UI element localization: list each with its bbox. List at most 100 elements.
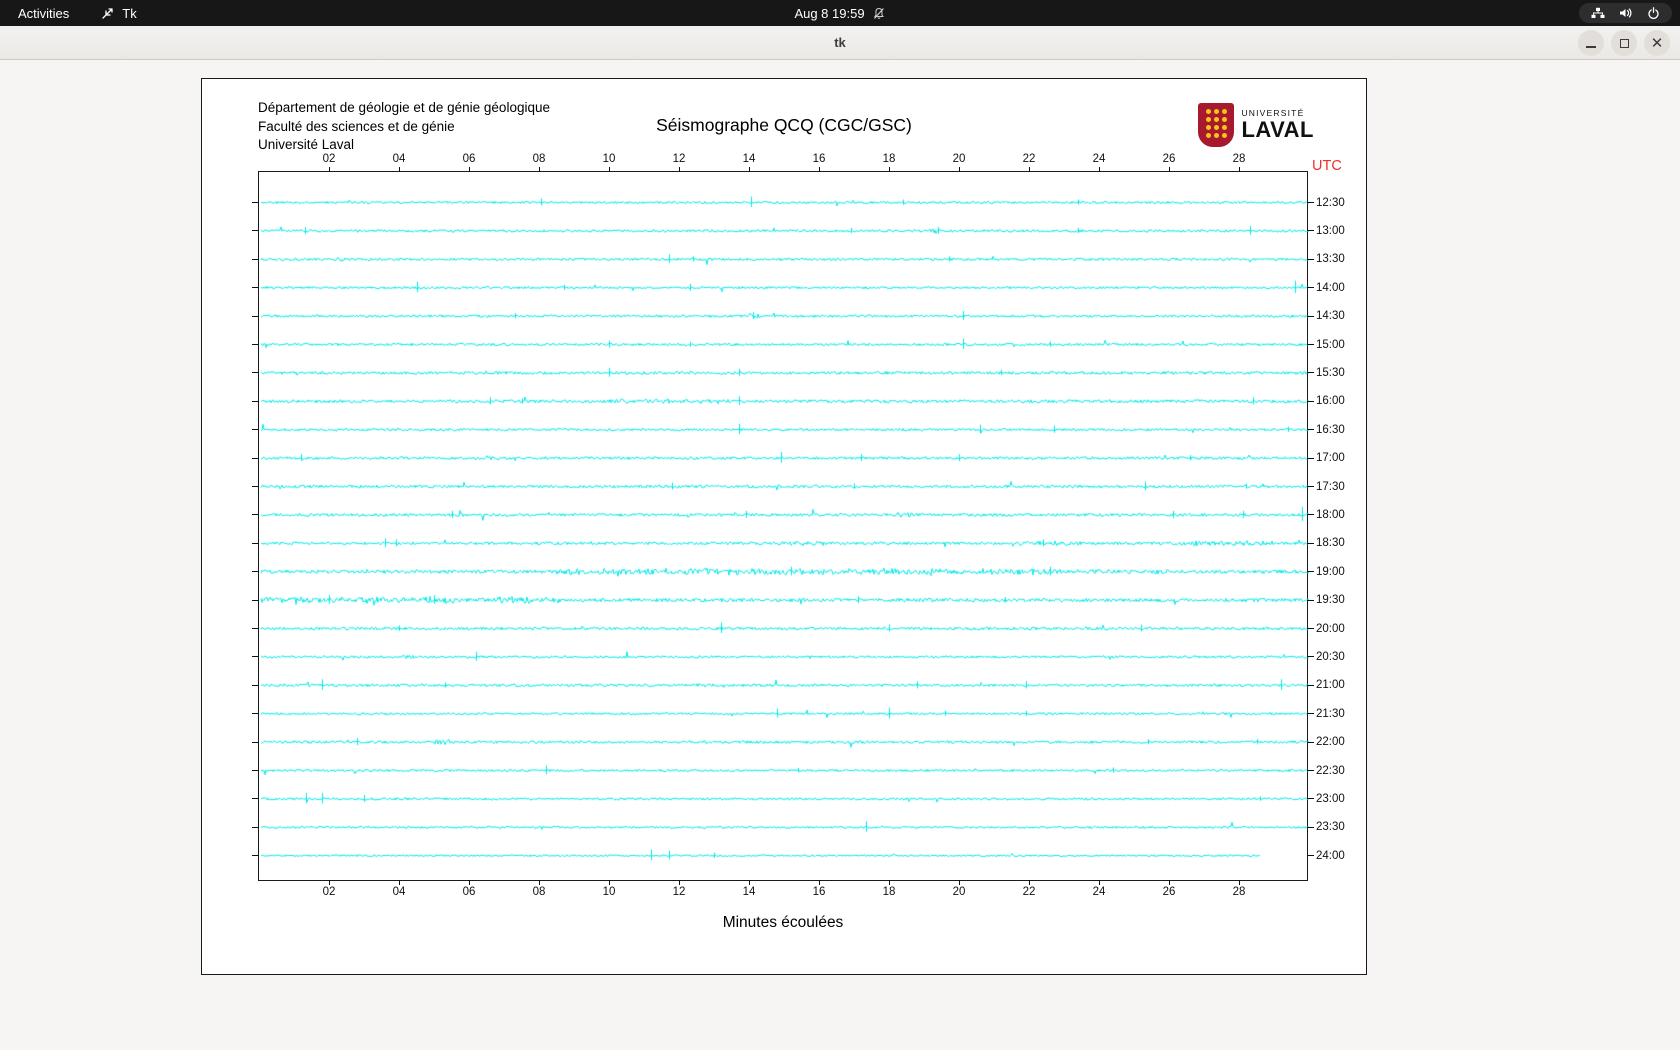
row-tick-right xyxy=(1307,259,1314,260)
x-tick-mark-top xyxy=(1099,167,1100,172)
x-tick-label-bottom: 02 xyxy=(323,886,336,898)
row-tick-right xyxy=(1307,628,1314,629)
x-tick-mark-bottom xyxy=(329,880,330,885)
row-tick-left xyxy=(252,600,259,601)
row-time-label: 13:30 xyxy=(1316,253,1345,265)
row-tick-right xyxy=(1307,316,1314,317)
seismograph-canvas-area: Département de géologie et de génie géol… xyxy=(201,78,1367,975)
app-menu[interactable]: Tk xyxy=(87,0,150,26)
row-tick-left xyxy=(252,344,259,345)
x-tick-label-top: 10 xyxy=(603,153,616,165)
x-tick-label-top: 12 xyxy=(673,153,686,165)
row-time-label: 15:30 xyxy=(1316,367,1345,379)
row-tick-right xyxy=(1307,372,1314,373)
row-tick-right xyxy=(1307,742,1314,743)
gnome-top-bar: Activities Tk Aug 8 19:59 xyxy=(0,0,1680,26)
header-line-3: Université Laval xyxy=(258,136,550,155)
row-tick-left xyxy=(252,429,259,430)
x-tick-label-top: 04 xyxy=(393,153,406,165)
row-time-label: 17:30 xyxy=(1316,481,1345,493)
utc-label: UTC xyxy=(1312,158,1342,174)
x-tick-label-bottom: 06 xyxy=(463,886,476,898)
tk-window-content: Département de géologie et de génie géol… xyxy=(0,61,1680,1050)
row-tick-left xyxy=(252,713,259,714)
x-tick-mark-bottom xyxy=(1169,880,1170,885)
row-tick-right xyxy=(1307,230,1314,231)
x-tick-mark-bottom xyxy=(959,880,960,885)
row-time-label: 22:00 xyxy=(1316,736,1345,748)
row-time-label: 13:00 xyxy=(1316,225,1345,237)
x-tick-mark-bottom xyxy=(819,880,820,885)
row-tick-right xyxy=(1307,514,1314,515)
logo-text-laval: LAVAL xyxy=(1241,118,1314,141)
x-tick-label-bottom: 26 xyxy=(1163,886,1176,898)
window-title-bar[interactable]: tk ✕ xyxy=(0,26,1680,60)
row-tick-left xyxy=(252,230,259,231)
row-tick-right xyxy=(1307,344,1314,345)
x-tick-mark-bottom xyxy=(1029,880,1030,885)
row-tick-left xyxy=(252,458,259,459)
app-menu-label: Tk xyxy=(122,6,136,21)
row-time-label: 22:30 xyxy=(1316,765,1345,777)
figure-title: Séismographe QCQ (CGC/GSC) xyxy=(202,115,1366,136)
row-tick-left xyxy=(252,685,259,686)
row-tick-right xyxy=(1307,656,1314,657)
row-tick-right xyxy=(1307,486,1314,487)
row-tick-right xyxy=(1307,543,1314,544)
x-tick-label-top: 08 xyxy=(533,153,546,165)
system-status-area[interactable] xyxy=(1579,3,1672,23)
notifications-disabled-icon xyxy=(873,7,886,20)
minimize-button[interactable] xyxy=(1578,30,1604,56)
row-time-label: 21:00 xyxy=(1316,679,1345,691)
x-tick-mark-top xyxy=(1239,167,1240,172)
row-tick-left xyxy=(252,316,259,317)
row-time-label: 21:30 xyxy=(1316,708,1345,720)
x-tick-label-bottom: 20 xyxy=(953,886,966,898)
x-tick-mark-bottom xyxy=(1239,880,1240,885)
row-time-label: 18:00 xyxy=(1316,509,1345,521)
row-tick-left xyxy=(252,259,259,260)
x-tick-label-top: 20 xyxy=(953,153,966,165)
x-tick-mark-top xyxy=(399,167,400,172)
activities-button[interactable]: Activities xyxy=(0,0,87,26)
x-tick-mark-top xyxy=(539,167,540,172)
close-button[interactable]: ✕ xyxy=(1644,30,1670,56)
x-axis-label: Minutes écoulées xyxy=(723,914,844,932)
row-time-label: 20:30 xyxy=(1316,651,1345,663)
x-tick-mark-bottom xyxy=(539,880,540,885)
row-time-label: 20:00 xyxy=(1316,623,1345,635)
x-tick-mark-bottom xyxy=(889,880,890,885)
row-time-label: 19:00 xyxy=(1316,566,1345,578)
row-tick-right xyxy=(1307,713,1314,714)
row-tick-right xyxy=(1307,798,1314,799)
x-tick-label-top: 24 xyxy=(1093,153,1106,165)
x-tick-mark-top xyxy=(959,167,960,172)
maximize-button[interactable] xyxy=(1611,30,1637,56)
row-tick-left xyxy=(252,770,259,771)
row-tick-right xyxy=(1307,429,1314,430)
clock-menu[interactable]: Aug 8 19:59 xyxy=(794,0,885,26)
row-tick-left xyxy=(252,827,259,828)
x-tick-label-top: 28 xyxy=(1233,153,1246,165)
x-tick-mark-bottom xyxy=(609,880,610,885)
x-tick-mark-top xyxy=(609,167,610,172)
x-tick-label-bottom: 22 xyxy=(1023,886,1036,898)
row-time-label: 16:30 xyxy=(1316,424,1345,436)
x-tick-mark-top xyxy=(679,167,680,172)
x-tick-mark-top xyxy=(749,167,750,172)
maximize-icon xyxy=(1620,39,1629,48)
x-tick-label-top: 18 xyxy=(883,153,896,165)
row-tick-left xyxy=(252,628,259,629)
x-tick-mark-bottom xyxy=(469,880,470,885)
row-time-label: 19:30 xyxy=(1316,594,1345,606)
x-tick-label-bottom: 08 xyxy=(533,886,546,898)
row-time-label: 14:30 xyxy=(1316,310,1345,322)
tk-feather-icon xyxy=(101,6,115,20)
row-tick-right xyxy=(1307,458,1314,459)
x-tick-mark-bottom xyxy=(749,880,750,885)
row-tick-left xyxy=(252,543,259,544)
universite-laval-logo: UNIVERSITÉ LAVAL xyxy=(1198,103,1314,147)
row-time-label: 18:30 xyxy=(1316,537,1345,549)
close-icon: ✕ xyxy=(1651,36,1664,51)
x-tick-label-top: 02 xyxy=(323,153,336,165)
